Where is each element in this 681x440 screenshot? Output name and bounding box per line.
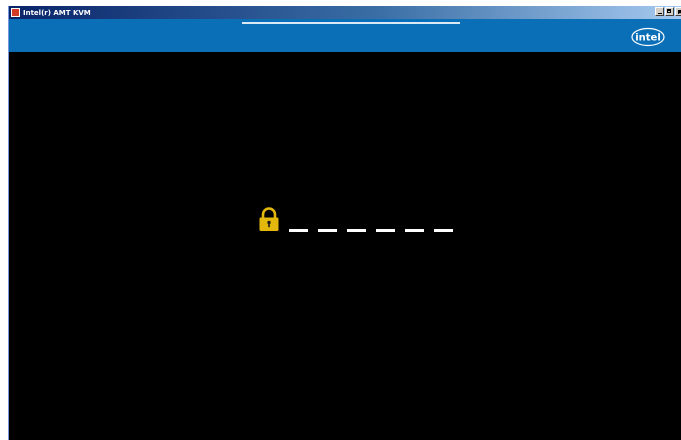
close-button[interactable] <box>675 7 681 16</box>
pin-entry-field[interactable] <box>289 229 453 232</box>
app-icon[interactable] <box>11 8 20 17</box>
window-title: Intel(r) AMT KVM <box>23 8 91 17</box>
pin-slot <box>434 229 453 232</box>
status-strip <box>242 22 460 24</box>
padlock-icon <box>259 207 279 231</box>
pin-slot <box>405 229 424 232</box>
pin-slot <box>376 229 395 232</box>
intel-logo-text: intel <box>635 33 661 44</box>
remote-screen[interactable] <box>9 52 681 440</box>
pin-slot <box>318 229 337 232</box>
kvm-toolbar: intel <box>9 19 681 52</box>
pin-slot <box>289 229 308 232</box>
minimize-button[interactable] <box>655 7 664 16</box>
pin-slot <box>347 229 366 232</box>
maximize-button[interactable] <box>665 7 674 16</box>
title-bar[interactable]: Intel(r) AMT KVM <box>9 6 681 19</box>
window-controls <box>655 7 681 16</box>
intel-logo: intel <box>631 27 665 47</box>
kvm-window: Intel(r) AMT KVM intel <box>8 6 681 440</box>
password-prompt <box>258 207 453 232</box>
